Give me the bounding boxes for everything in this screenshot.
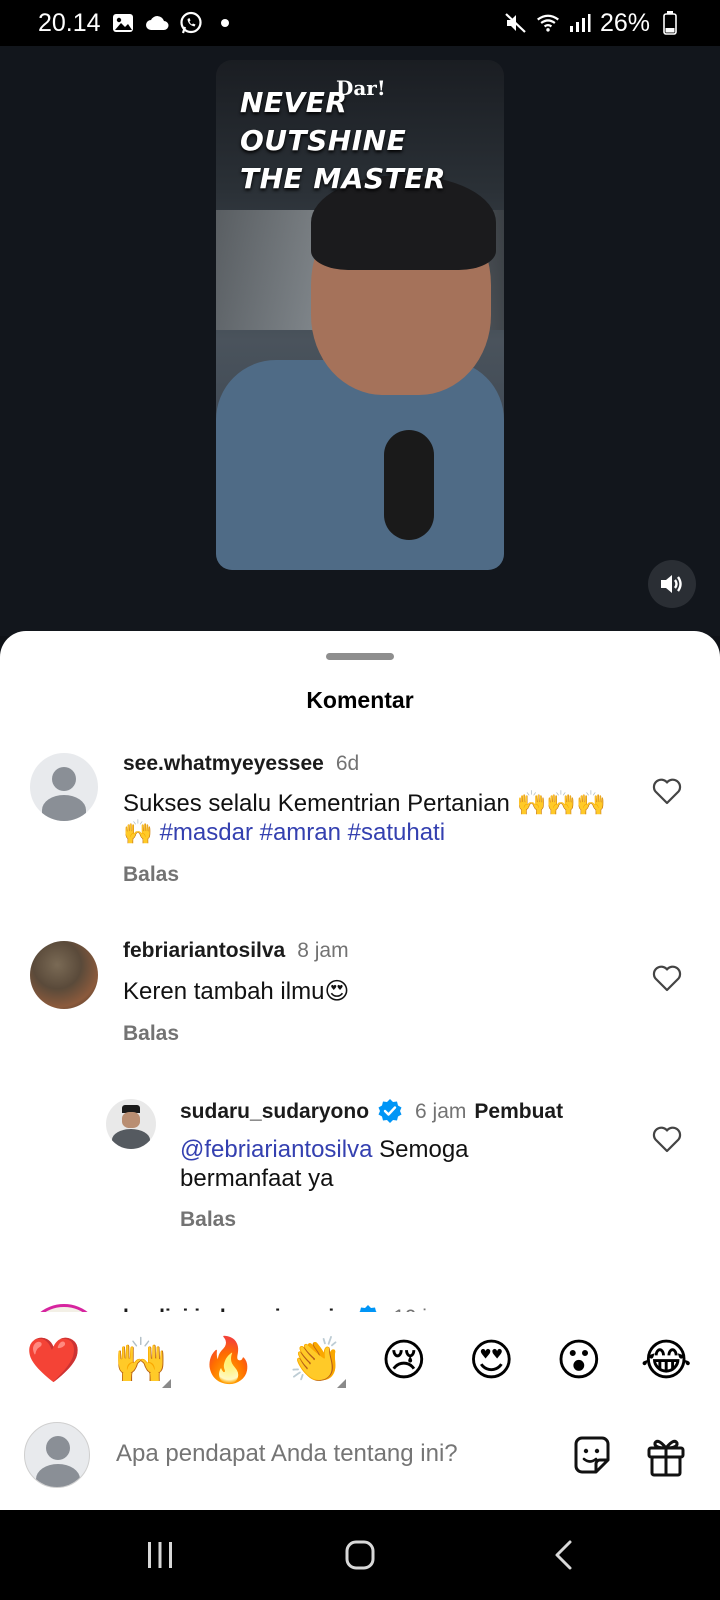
screen: 20.14 26% NEVER OUTSHINE THE MASTER Dar!…	[0, 0, 720, 1600]
wifi-icon	[536, 11, 560, 35]
comment-input[interactable]	[116, 1440, 536, 1468]
reply-button[interactable]: Balas	[123, 1022, 179, 1046]
comment-text: @febriariantosilva Semoga bermanfaat ya	[180, 1135, 600, 1193]
skin-tone-indicator	[162, 1379, 172, 1388]
volume-icon	[661, 575, 682, 593]
clapping-emoji-icon: 👏	[288, 1335, 344, 1386]
home-button[interactable]	[340, 1538, 380, 1572]
emoji-raising-hands-button[interactable]: 🙌	[111, 1330, 172, 1390]
avatar[interactable]	[106, 1099, 156, 1149]
comment-hashtags[interactable]: #masdar #amran #satuhati	[160, 819, 446, 846]
comment-mention[interactable]: @febriariantosilva	[180, 1136, 372, 1163]
fire-emoji-icon: 🔥	[201, 1335, 257, 1386]
comment-username[interactable]: sudaru_sudaryono	[180, 1100, 369, 1123]
emoji-surprised-button[interactable]: 😮	[549, 1330, 609, 1390]
whatsapp-icon	[179, 11, 203, 35]
avatar[interactable]	[30, 941, 98, 1009]
verified-badge-icon	[378, 1099, 402, 1123]
comment-time: 6d	[335, 752, 360, 775]
comment-time: 8 jam	[297, 939, 349, 962]
comment-input-bar	[0, 1408, 720, 1510]
status-time: 20.14	[38, 8, 101, 37]
heart-icon[interactable]	[652, 1125, 682, 1153]
heart-icon[interactable]	[652, 777, 682, 805]
my-avatar	[24, 1422, 90, 1488]
emoji-clapping-button[interactable]: 👏	[286, 1330, 347, 1390]
back-arrow-icon	[555, 1540, 572, 1570]
recent-apps-button[interactable]	[140, 1538, 180, 1572]
video-title-line: OUTSHINE	[240, 124, 407, 157]
video-frame[interactable]: NEVER OUTSHINE THE MASTER Dar!	[216, 60, 504, 570]
gallery-icon	[111, 11, 135, 35]
reply-button[interactable]: Balas	[123, 863, 179, 887]
comment-text: Keren tambah ilmu😍	[123, 978, 350, 1005]
comment-time: 6 jam	[415, 1100, 467, 1123]
sheet-title: Komentar	[306, 687, 414, 713]
video-person-body	[216, 360, 504, 570]
battery-percent: 26%	[599, 8, 650, 37]
laughing-emoji-icon: 😂	[640, 1334, 692, 1386]
skin-tone-indicator	[337, 1379, 347, 1388]
video-title-line: THE MASTER	[240, 162, 446, 195]
battery-icon	[658, 11, 682, 35]
heart-emoji-icon: ❤️	[26, 1335, 82, 1386]
comment-text-line: Semoga	[372, 1136, 469, 1163]
comment-username[interactable]: febriariantosilva	[123, 939, 285, 962]
cloud-icon	[145, 11, 169, 35]
video-player[interactable]: NEVER OUTSHINE THE MASTER Dar!	[0, 46, 720, 636]
gift-icon[interactable]	[644, 1434, 688, 1478]
heart-eyes-emoji-icon: 😍	[468, 1334, 515, 1386]
quick-reaction-bar: ❤️ 🙌 🔥 👏 😢 😍 😮 😂	[0, 1312, 720, 1408]
crying-emoji-icon: 😢	[380, 1334, 427, 1386]
comment-username[interactable]: see.whatmyeyessee	[123, 752, 324, 775]
emoji-laughing-button[interactable]: 😂	[636, 1330, 696, 1390]
sticker-icon[interactable]	[570, 1434, 614, 1478]
surprised-emoji-icon: 😮	[555, 1334, 602, 1386]
system-nav-bar	[0, 1510, 720, 1600]
microphone-image	[384, 430, 434, 540]
emoji-heart-button[interactable]: ❤️	[24, 1330, 84, 1390]
home-icon	[345, 1540, 375, 1570]
comment-text-emoji: 🙌	[123, 819, 153, 846]
video-title-overlay: NEVER OUTSHINE THE MASTER	[240, 84, 446, 198]
emoji-fire-button[interactable]: 🔥	[199, 1330, 259, 1390]
creator-label: Pembuat	[474, 1100, 564, 1123]
heart-icon[interactable]	[652, 964, 682, 992]
drag-handle[interactable]	[326, 653, 394, 660]
back-button[interactable]	[544, 1538, 584, 1572]
comment-text-line: bermanfaat ya	[180, 1165, 334, 1192]
emoji-heart-eyes-button[interactable]: 😍	[461, 1330, 521, 1390]
reply-button[interactable]: Balas	[180, 1208, 236, 1232]
mute-icon	[504, 11, 528, 35]
signal-icon	[568, 11, 592, 35]
comment-text: Sukses selalu Kementrian Pertanian 🙌🙌🙌 🙌…	[123, 789, 623, 847]
video-logo: Dar!	[336, 76, 386, 100]
sound-toggle-button[interactable]	[648, 560, 696, 608]
avatar[interactable]	[30, 753, 98, 821]
recent-apps-icon	[148, 1542, 172, 1568]
emoji-crying-button[interactable]: 😢	[374, 1330, 434, 1390]
notification-dot-icon	[213, 11, 237, 35]
comment-text-plain: Sukses selalu Kementrian Pertanian 🙌🙌🙌	[123, 790, 607, 817]
status-bar: 20.14 26%	[0, 0, 720, 46]
raising-hands-emoji-icon: 🙌	[113, 1335, 169, 1386]
